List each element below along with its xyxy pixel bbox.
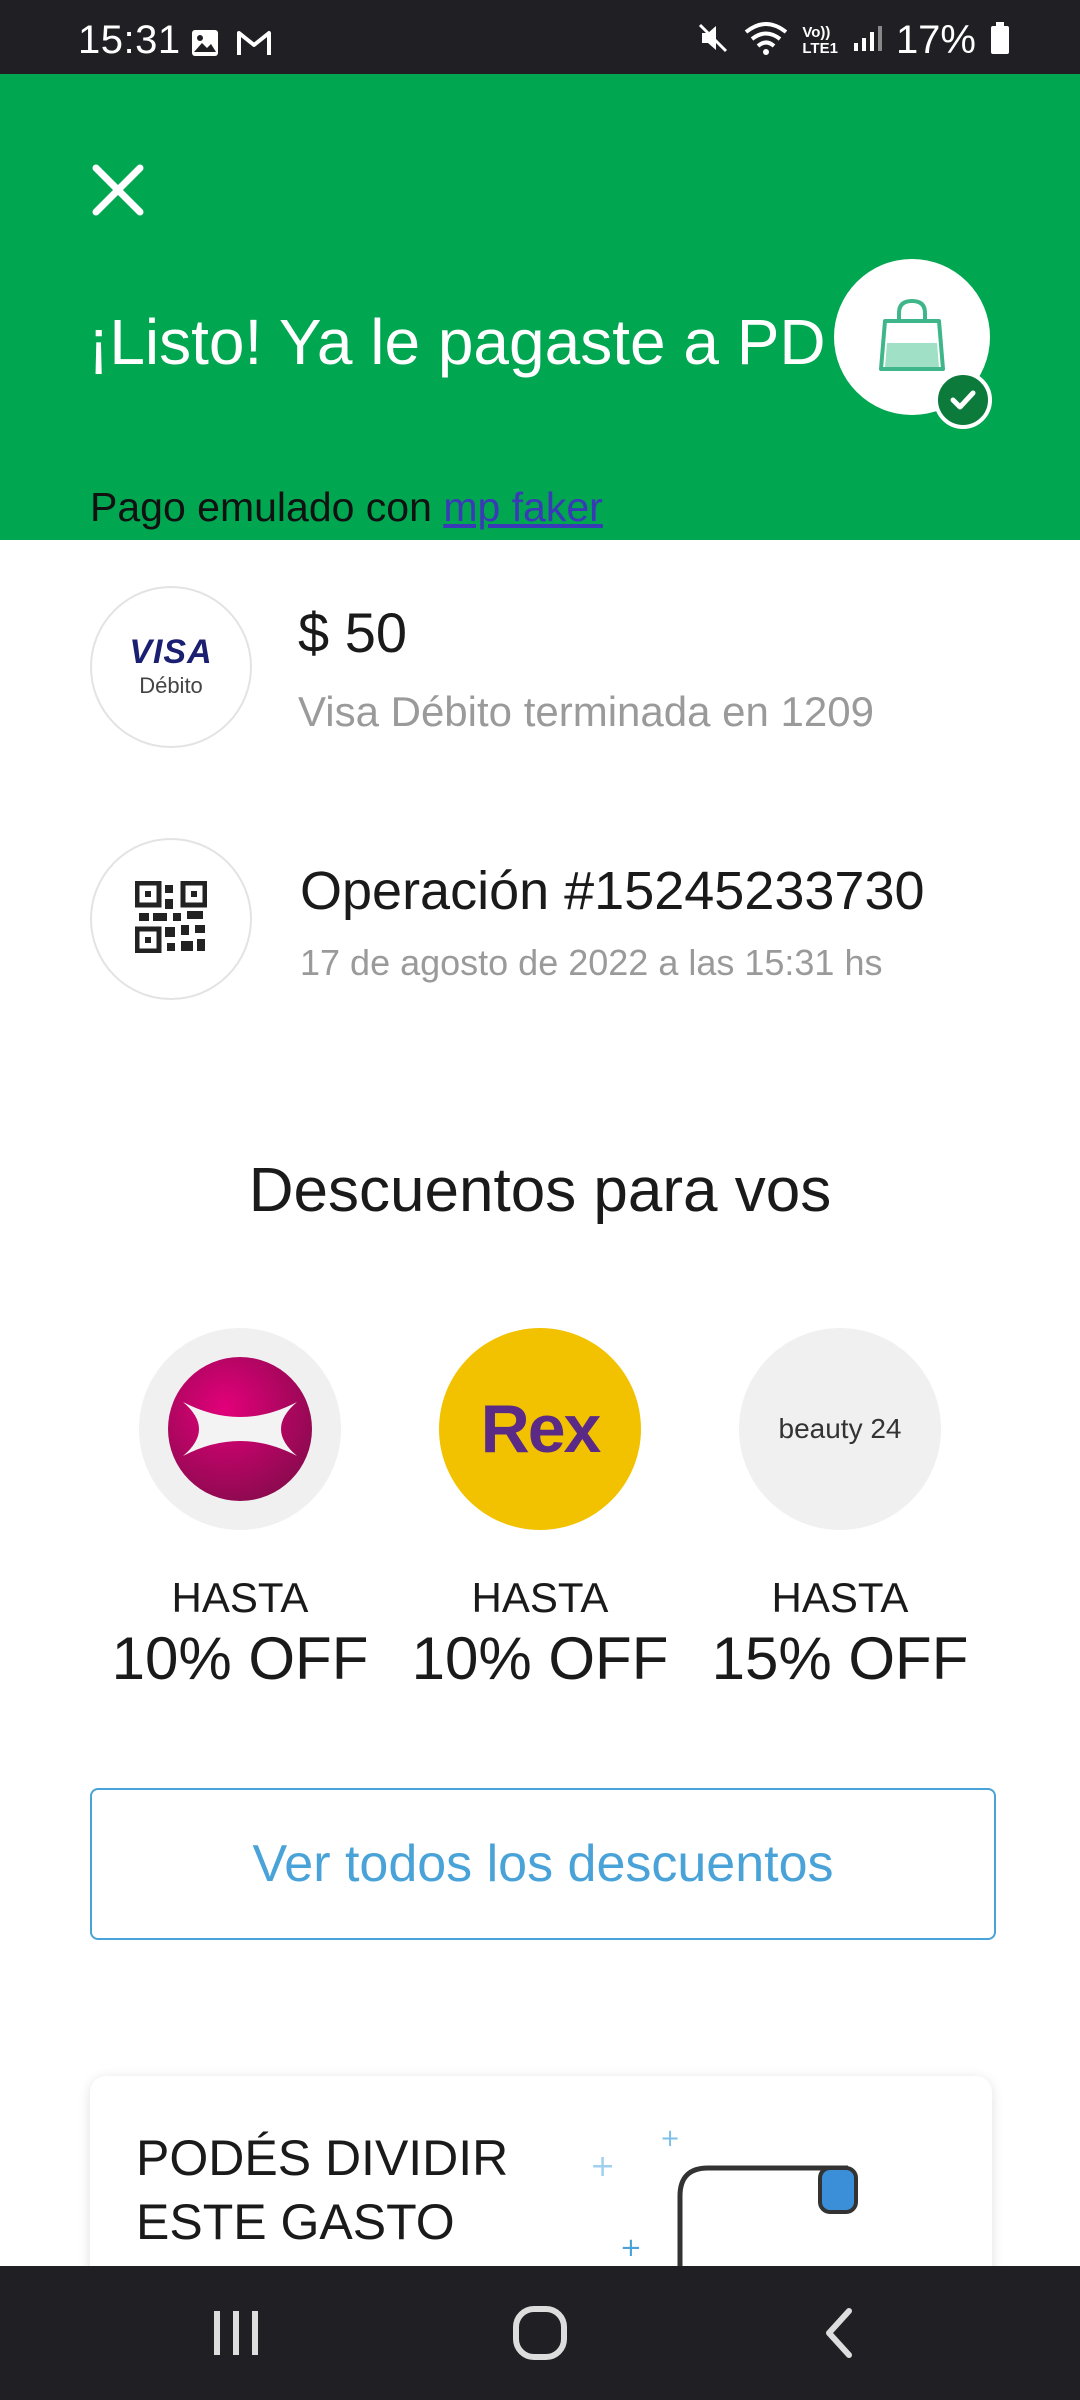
discount-value: 10% OFF xyxy=(411,1625,669,1692)
split-card-text: PODÉS DIVIDIR ESTE GASTO xyxy=(136,2130,509,2250)
page-title: ¡Listo! Ya le pagaste a PD xyxy=(88,306,826,378)
status-left-icons xyxy=(190,28,272,63)
operation-date: 17 de agosto de 2022 a las 15:31 hs xyxy=(300,942,883,983)
volte-icon: Vo)) LTE1 xyxy=(802,23,838,57)
discount-label: HASTA xyxy=(171,1574,309,1621)
discount-value: 10% OFF xyxy=(111,1625,369,1692)
mp-faker-link[interactable]: mp faker xyxy=(443,484,603,530)
header-subtitle: Pago emulado con mp faker xyxy=(90,484,603,530)
discount-item-3[interactable]: beauty 24 HASTA 15% OFF xyxy=(690,1328,990,1693)
rex-brand-text: Rex xyxy=(480,1391,602,1467)
discount-item-1[interactable]: HASTA 10% OFF xyxy=(90,1328,390,1693)
signal-icon xyxy=(852,23,882,58)
close-icon[interactable] xyxy=(88,160,148,220)
payment-amount: $ 50 xyxy=(298,601,407,664)
svg-text:+: + xyxy=(620,2233,642,2263)
check-icon xyxy=(934,371,992,429)
operation-number: Operación #15245233730 xyxy=(300,861,925,921)
battery-percent: 17% xyxy=(895,18,976,62)
x-brand-logo-icon xyxy=(139,1328,341,1530)
status-time: 15:31 xyxy=(78,18,181,62)
status-bar: 15:31 Vo)) LTE1 17% xyxy=(0,0,1080,74)
system-nav-bar xyxy=(0,2266,1080,2400)
beauty24-brand-text: beauty 24 xyxy=(778,1413,902,1444)
visa-logo: VISA xyxy=(129,633,213,671)
home-icon[interactable] xyxy=(500,2298,580,2368)
svg-text:+: + xyxy=(660,2124,680,2152)
status-right-icons: Vo)) LTE1 17% xyxy=(696,18,1010,63)
battery-icon xyxy=(990,21,1010,60)
rex-logo: Rex xyxy=(439,1328,641,1530)
qr-avatar xyxy=(90,838,252,1000)
discount-value: 15% OFF xyxy=(711,1625,969,1692)
discount-label: HASTA xyxy=(771,1574,909,1621)
see-all-discounts-button[interactable]: Ver todos los descuentos xyxy=(90,1788,996,1940)
back-icon[interactable] xyxy=(800,2298,880,2368)
gmail-icon xyxy=(236,28,272,63)
card-description: Visa Débito terminada en 1209 xyxy=(298,688,874,735)
discount-label: HASTA xyxy=(471,1574,609,1621)
mute-icon xyxy=(696,21,730,60)
discounts-title: Descuentos para vos xyxy=(248,1156,832,1225)
wifi-icon xyxy=(744,20,788,61)
beauty24-logo: beauty 24 xyxy=(739,1328,941,1530)
qr-code-icon xyxy=(134,880,208,958)
discount-item-2[interactable]: Rex HASTA 10% OFF xyxy=(390,1328,690,1693)
card-brand-avatar: VISA Débito xyxy=(90,586,252,748)
svg-text:+: + xyxy=(590,2149,615,2184)
shopping-bag-icon xyxy=(877,297,947,378)
recents-icon[interactable] xyxy=(196,2298,276,2368)
success-header: ¡Listo! Ya le pagaste a PD Pago emulado … xyxy=(0,74,1080,540)
image-icon xyxy=(190,28,220,63)
card-type-label: Débito xyxy=(139,673,203,698)
